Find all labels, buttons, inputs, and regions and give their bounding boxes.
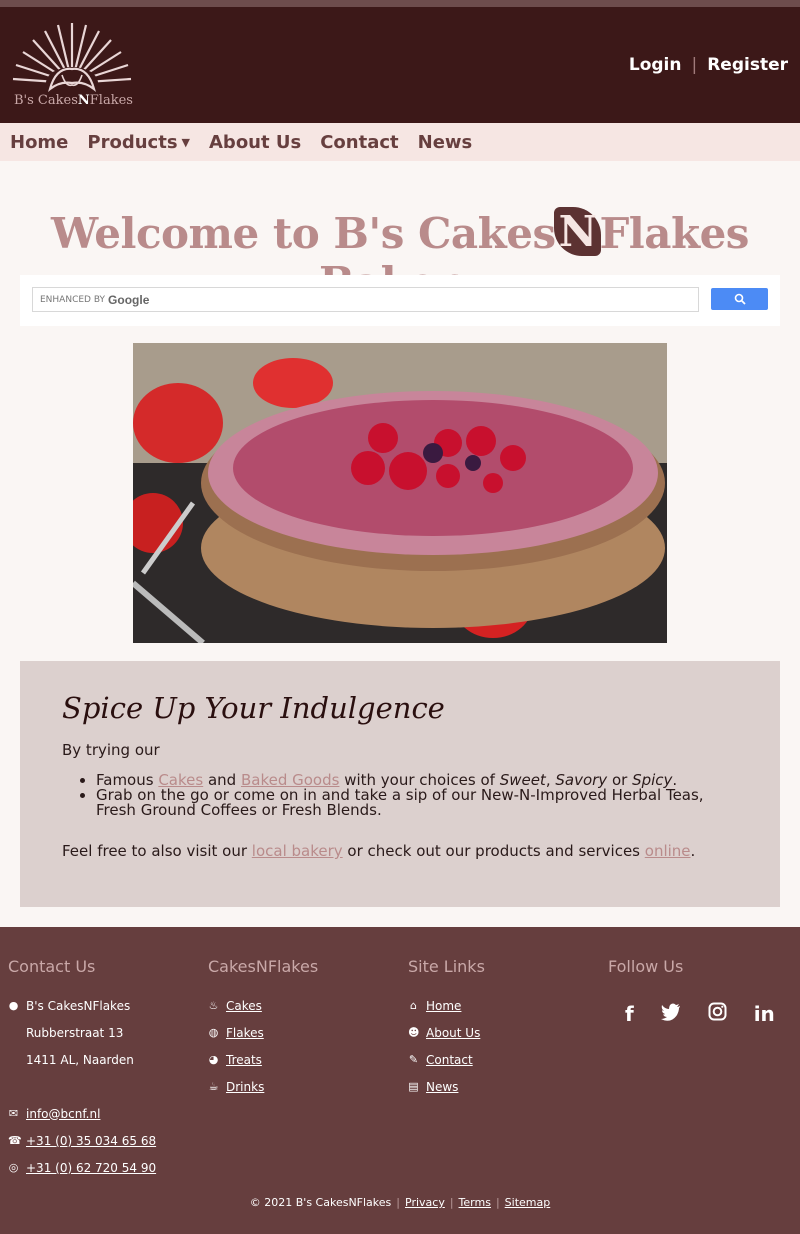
nav-item-contact[interactable]: Contact	[320, 132, 398, 153]
local-bakery-link[interactable]: local bakery	[252, 842, 343, 860]
outro-end: .	[690, 842, 696, 860]
social-links: f in	[608, 1002, 775, 1026]
hero-image	[133, 343, 667, 643]
home-icon: ⌂	[410, 999, 417, 1012]
comments-icon: ✎	[408, 1053, 419, 1066]
contact-name-text: B's CakesNFlakes	[26, 998, 131, 1013]
copyright-bar: © 2021 B's CakesNFlakes | Privacy | Terms | Si…	[0, 1196, 800, 1209]
contact-name: ● B's CakesNFlakes	[8, 992, 156, 1019]
nav-item-about-us[interactable]: About Us	[209, 132, 301, 153]
search-placeholder-prefix: ENHANCED BY	[40, 294, 106, 305]
caret-down-icon: ▼	[181, 135, 190, 149]
footer-home-link[interactable]: Home	[426, 999, 461, 1013]
footer-follow: Follow Us f in	[608, 957, 775, 1026]
footer-link-about: ☻ About Us	[408, 1019, 485, 1046]
copy-separator: |	[449, 1196, 454, 1209]
pie-icon: ◍	[208, 1026, 219, 1039]
contact-street: Rubberstraat 13	[26, 1025, 124, 1040]
contact-phone: ☎ +31 (0) 35 034 65 68	[8, 1127, 156, 1154]
coffee-icon: ☕	[208, 1080, 219, 1093]
phone-link[interactable]: +31 (0) 35 034 65 68	[26, 1134, 156, 1148]
footer-treats-link[interactable]: Treats	[226, 1053, 262, 1067]
copy-separator: |	[396, 1196, 400, 1209]
logo-text-post: Flakes	[89, 93, 133, 108]
phone-icon: ☎	[8, 1134, 22, 1147]
online-link[interactable]: online	[645, 842, 691, 860]
nav-item-home[interactable]: Home	[10, 132, 68, 153]
cookie-icon: ◕	[208, 1053, 219, 1066]
panel-intro: By trying our	[62, 741, 160, 759]
feature-list: Famous Cakes and Baked Goods with your c…	[96, 773, 738, 818]
main-nav: Home Products ▼ About Us Contact News	[0, 123, 800, 161]
footer-follow-title: Follow Us	[608, 957, 684, 976]
twitter-icon[interactable]	[660, 1002, 681, 1026]
footer-link-news: ▤ News	[408, 1073, 485, 1100]
footer-products: CakesNFlakes ♨ Cakes ◍ Flakes ◕ Treats ☕ Dri…	[208, 957, 318, 1100]
footer-link-treats: ◕ Treats	[208, 1046, 318, 1073]
site-header: B's CakesNFlakes Login | Register	[0, 7, 800, 123]
register-link[interactable]: Register	[707, 55, 788, 75]
whatsapp-link[interactable]: +31 (0) 62 720 54 90	[26, 1161, 156, 1175]
site-search: ENHANCED BY Google	[20, 275, 780, 326]
footer-link-cakes: ♨ Cakes	[208, 992, 318, 1019]
map-pin-icon: ●	[8, 999, 19, 1012]
copy-separator: |	[495, 1196, 500, 1209]
footer-sitelinks-title: Site Links	[408, 957, 485, 976]
logo-text-n: N	[77, 93, 90, 108]
logo-wordmark: B's CakesNFlakes	[14, 93, 133, 108]
auth-links: Login | Register	[629, 55, 788, 75]
terms-link[interactable]: Terms	[459, 1196, 491, 1209]
cake-icon: ♨	[208, 999, 219, 1012]
footer-link-home: ⌂ Home	[408, 992, 485, 1019]
outro-mid: or check out our products and services	[342, 842, 645, 860]
instagram-icon[interactable]	[708, 1002, 727, 1026]
contact-city: 1411 AL, Naarden	[26, 1052, 134, 1067]
login-link[interactable]: Login	[629, 55, 682, 75]
title-n-mark: N	[553, 207, 602, 256]
footer-link-contact: ✎ Contact	[408, 1046, 485, 1073]
footer-cakes-link[interactable]: Cakes	[226, 999, 262, 1013]
title-pre: Welcome to B's Cakes	[51, 209, 556, 258]
nav-item-products-label: Products	[87, 131, 178, 153]
footer-link-flakes: ◍ Flakes	[208, 1019, 318, 1046]
outro-pre: Feel free to also visit our	[62, 842, 252, 860]
copyright-text: © 2021 B's CakesNFlakes	[249, 1196, 392, 1209]
nav-item-products[interactable]: Products ▼	[87, 132, 190, 153]
footer-news-link[interactable]: News	[426, 1080, 458, 1094]
top-stripe	[0, 0, 800, 7]
panel-outro: Feel free to also visit our local bakery…	[62, 842, 738, 860]
whatsapp-icon: ◎	[8, 1161, 19, 1174]
footer-products-title: CakesNFlakes	[208, 957, 319, 976]
list-item: Grab on the go or come on in and take a …	[96, 788, 738, 818]
sitemap-link[interactable]: Sitemap	[505, 1196, 551, 1209]
search-input[interactable]: ENHANCED BY Google	[32, 287, 699, 312]
auth-separator: |	[691, 55, 698, 75]
footer-link-drinks: ☕ Drinks	[208, 1073, 318, 1100]
footer-contact-title: Contact Us	[8, 957, 96, 976]
footer-contact: Contact Us ● B's CakesNFlakes Rubberstraa…	[8, 957, 156, 1181]
privacy-link[interactable]: Privacy	[405, 1196, 445, 1209]
footer-drinks-link[interactable]: Drinks	[226, 1080, 264, 1094]
facebook-icon[interactable]: f	[625, 1002, 634, 1026]
search-button[interactable]	[711, 288, 768, 310]
email-link[interactable]: info@bcnf.nl	[26, 1107, 100, 1121]
search-placeholder-brand: Google	[108, 292, 150, 307]
newspaper-icon: ▤	[408, 1080, 419, 1093]
footer-contact-link[interactable]: Contact	[426, 1053, 473, 1067]
logo-text-pre: B's Cakes	[14, 93, 78, 108]
users-icon: ☻	[408, 1026, 420, 1039]
footer-about-link[interactable]: About Us	[426, 1026, 480, 1040]
nav-item-news[interactable]: News	[418, 132, 473, 153]
linkedin-icon[interactable]: in	[754, 1002, 775, 1026]
footer-flakes-link[interactable]: Flakes	[226, 1026, 264, 1040]
contact-whatsapp: ◎ +31 (0) 62 720 54 90	[8, 1154, 156, 1181]
contact-email: ✉ info@bcnf.nl	[8, 1100, 156, 1127]
envelope-icon: ✉	[8, 1107, 19, 1120]
site-footer: Contact Us ● B's CakesNFlakes Rubberstraa…	[0, 927, 800, 1234]
intro-panel: Spice Up Your Indulgence By trying our F…	[20, 661, 780, 907]
panel-heading: Spice Up Your Indulgence	[62, 691, 445, 725]
search-icon	[734, 293, 746, 305]
footer-sitelinks: Site Links ⌂ Home ☻ About Us ✎ Contact ▤ New…	[408, 957, 485, 1100]
